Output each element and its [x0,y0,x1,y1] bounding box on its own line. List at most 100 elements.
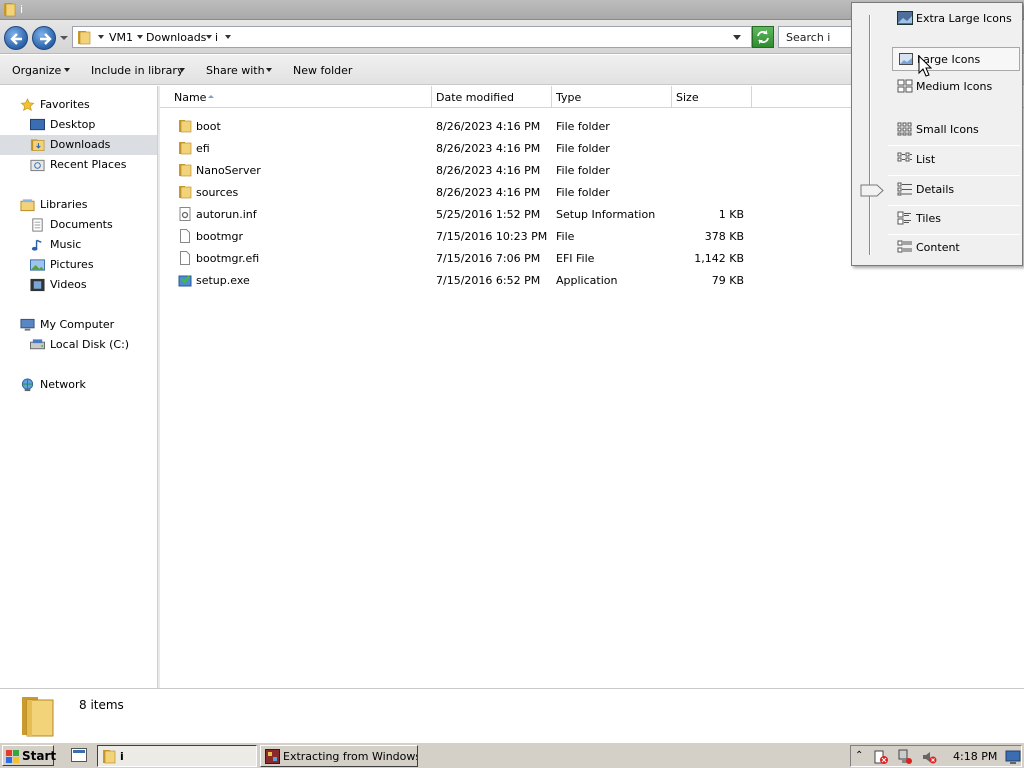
breadcrumb-separator-icon[interactable] [137,35,143,39]
view-content[interactable]: Content [892,236,1020,260]
star-icon [20,98,35,111]
nav-music[interactable]: Music [30,235,150,255]
content-view-icon [897,240,912,253]
nav-local-disk[interactable]: Local Disk (C:) [30,335,150,355]
breadcrumb[interactable]: VM1 Downloads i [72,26,752,48]
column-header-name[interactable]: Name [160,86,432,108]
file-row-bootmgr-efi[interactable]: bootmgr.efi 7/15/2016 7:06 PM EFI File 1… [160,247,760,269]
file-icon [180,251,190,265]
archive-app-icon [265,749,280,764]
list-view-icon [897,152,912,162]
breadcrumb-i[interactable]: i [215,31,218,44]
file-name: setup.exe [196,274,250,287]
nav-pictures[interactable]: Pictures [30,255,150,275]
back-button[interactable] [4,26,28,50]
taskbar-button-explorer[interactable]: i [97,745,257,767]
file-row-boot[interactable]: boot 8/26/2023 4:16 PM File folder [160,115,760,137]
file-row-nanoserver[interactable]: NanoServer 8/26/2023 4:16 PM File folder [160,159,760,181]
start-button[interactable]: Start [2,745,56,766]
view-option-label: Medium Icons [916,80,993,93]
folder-icon [179,120,192,133]
medium-icons-icon [897,79,913,93]
file-row-setup-exe[interactable]: setup.exe 7/15/2016 6:52 PM Application … [160,269,760,291]
network-status-icon[interactable] [897,749,913,765]
view-option-label: Small Icons [916,123,979,136]
view-tiles[interactable]: Tiles [892,207,1020,231]
clock[interactable]: 4:18 PM [953,750,997,763]
recent-pages-dropdown-icon[interactable] [60,34,68,42]
file-date: 8/26/2023 4:16 PM [436,164,541,177]
action-center-alert-icon[interactable] [873,749,889,765]
desktop-icon [30,118,45,131]
column-header-date-modified[interactable]: Date modified [432,86,552,108]
folder-icon [22,697,54,737]
column-header-label: Size [676,91,699,104]
tray-expand-icon[interactable]: ⌃ [855,750,863,761]
nav-desktop[interactable]: Desktop [30,115,150,135]
forward-button[interactable] [32,26,56,50]
navigation-pane: Favorites Desktop Downloads Recent Place… [0,86,158,688]
organize-dropdown-icon[interactable] [64,68,70,72]
view-medium-icons[interactable]: Medium Icons [892,75,1020,99]
view-large-icons[interactable]: Large Icons [892,47,1020,71]
breadcrumb-separator-icon[interactable] [98,35,104,39]
refresh-button[interactable] [752,26,774,48]
details-view-icon [897,182,912,196]
nav-downloads[interactable]: Downloads [0,135,157,155]
file-name: autorun.inf [196,208,257,221]
documents-icon [32,218,43,232]
file-row-sources[interactable]: sources 8/26/2023 4:16 PM File folder [160,181,760,203]
view-slider-thumb[interactable] [860,184,884,197]
back-arrow-icon [10,33,22,45]
nav-favorites[interactable]: Favorites [20,95,150,115]
details-pane: 8 items [0,688,1024,742]
breadcrumb-separator-icon[interactable] [206,35,212,39]
nav-recent-places[interactable]: Recent Places [30,155,150,175]
share-with-button[interactable]: Share with [206,64,265,77]
new-folder-button[interactable]: New folder [293,64,352,77]
organize-button[interactable]: Organize [12,64,61,77]
column-header-size[interactable]: Size [672,86,752,108]
item-count: 8 items [79,698,124,712]
breadcrumb-downloads[interactable]: Downloads [146,31,206,44]
large-icons-icon [899,53,913,65]
file-size: 1,142 KB [694,252,744,265]
include-in-library-dropdown-icon[interactable] [179,68,185,72]
taskbar-button-extracting[interactable]: Extracting from Windows... [260,745,418,767]
nav-libraries[interactable]: Libraries [20,195,150,215]
windows-logo-icon [6,750,19,763]
show-desktop-icon[interactable] [71,748,87,762]
file-type: Setup Information [556,208,656,221]
view-small-icons[interactable]: Small Icons [892,118,1020,142]
file-name: efi [196,142,210,155]
pictures-icon [30,259,45,271]
file-date: 7/15/2016 6:52 PM [436,274,541,287]
breadcrumb-separator-icon[interactable] [225,35,231,39]
file-date: 5/25/2016 1:52 PM [436,208,541,221]
view-details[interactable]: Details [892,178,1020,202]
settings-file-icon [179,207,191,221]
share-with-dropdown-icon[interactable] [266,68,272,72]
menu-separator [888,145,1020,146]
breadcrumb-vm1[interactable]: VM1 [109,31,133,44]
volume-muted-icon[interactable] [921,749,937,765]
nav-videos[interactable]: Videos [30,275,150,295]
view-list[interactable]: List [892,148,1020,172]
file-row-efi[interactable]: efi 8/26/2023 4:16 PM File folder [160,137,760,159]
nav-network[interactable]: Network [20,375,150,395]
file-type: File folder [556,186,610,199]
column-header-type[interactable]: Type [552,86,672,108]
show-desktop-tray-icon[interactable] [1005,749,1021,765]
file-row-bootmgr[interactable]: bootmgr 7/15/2016 10:23 PM File 378 KB [160,225,760,247]
file-row-autorun-inf[interactable]: autorun.inf 5/25/2016 1:52 PM Setup Info… [160,203,760,225]
music-icon [31,239,42,251]
address-dropdown-icon[interactable] [733,35,741,40]
view-slider-track[interactable] [869,15,871,255]
column-header-label: Date modified [436,91,514,104]
nav-my-computer[interactable]: My Computer [20,315,150,335]
taskbar-button-label: i [120,750,124,763]
nav-documents[interactable]: Documents [30,215,150,235]
file-size: 1 KB [718,208,744,221]
view-extra-large-icons[interactable]: Extra Large Icons [892,7,1020,31]
include-in-library-button[interactable]: Include in library [91,64,183,77]
